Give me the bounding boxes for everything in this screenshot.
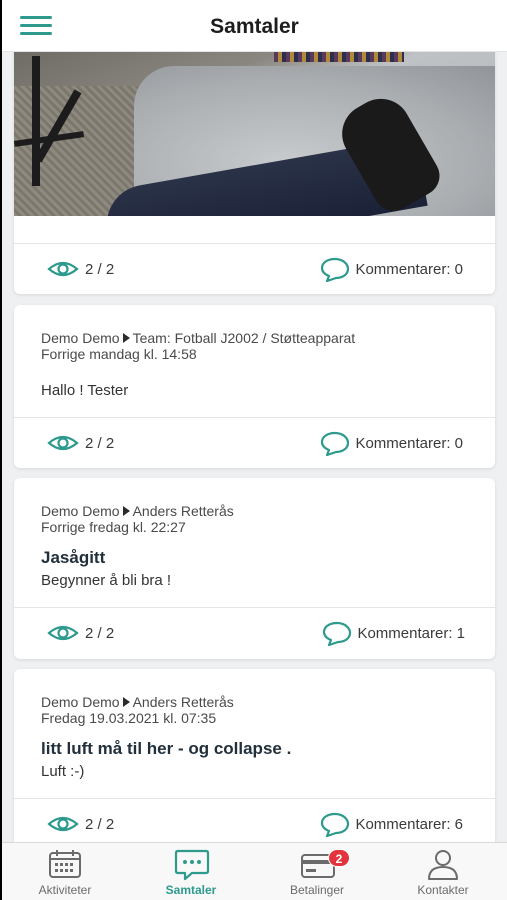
views-count: 2 / 2 — [85, 815, 115, 833]
comments-count: Kommentarer: 0 — [355, 260, 463, 278]
post-meta: Demo Demo Anders Retterås Forrige fredag … — [41, 503, 234, 535]
post-time: Forrige mandag kl. 14:58 — [41, 346, 197, 362]
bottom-tab-bar: Aktiviteter Samtaler 2 Betalinger Kontak… — [2, 842, 507, 900]
tab-label: Kontakter — [417, 883, 469, 897]
post-card[interactable]: Demo Demo Team: Fotball J2002 / Støtteapp… — [14, 305, 495, 468]
app-screen: Samtaler 2 / 2 Kommentarer: 0 Demo Demo … — [2, 0, 507, 900]
post-card[interactable]: Demo Demo Anders Retterås Forrige fredag … — [14, 478, 495, 659]
tab-samtaler[interactable]: Samtaler — [128, 843, 254, 900]
post-footer: 2 / 2 Kommentarer: 0 — [14, 418, 495, 468]
post-subject: litt luft må til her - og collapse . — [41, 739, 292, 758]
comments-button[interactable]: Kommentarer: 1 — [321, 620, 465, 646]
post-recipient: Team: Fotball J2002 / Støtteapparat — [132, 330, 356, 346]
comments-count: Kommentarer: 6 — [355, 815, 463, 833]
views-count: 2 / 2 — [85, 624, 115, 642]
chat-icon — [174, 849, 210, 881]
comments-button[interactable]: Kommentarer: 0 — [319, 430, 463, 456]
views-count: 2 / 2 — [85, 260, 115, 278]
conversation-feed[interactable]: 2 / 2 Kommentarer: 0 Demo Demo Team: Fotb… — [2, 52, 507, 842]
post-author: Demo Demo — [41, 330, 120, 346]
post-recipient: Anders Retterås — [132, 694, 234, 710]
post-meta: Demo Demo Anders Retterås Fredag 19.03.20… — [41, 694, 234, 726]
arrow-right-icon — [122, 333, 130, 343]
comments-count: Kommentarer: 1 — [357, 624, 465, 642]
arrow-right-icon — [122, 697, 130, 707]
eye-icon — [47, 435, 79, 451]
post-card[interactable]: Demo Demo Anders Retterås Fredag 19.03.20… — [14, 669, 495, 842]
post-photo[interactable] — [14, 52, 495, 216]
comments-button[interactable]: Kommentarer: 6 — [319, 811, 463, 837]
post-author: Demo Demo — [41, 694, 120, 710]
post-card[interactable]: 2 / 2 Kommentarer: 0 — [14, 52, 495, 294]
post-recipient: Anders Retterås — [132, 503, 234, 519]
tab-label: Aktiviteter — [38, 883, 92, 897]
comment-bubble-icon — [321, 812, 350, 837]
post-author: Demo Demo — [41, 503, 120, 519]
comment-bubble-icon — [321, 257, 350, 282]
notification-badge: 2 — [328, 849, 350, 867]
post-body: Begynner å bli bra ! — [41, 572, 172, 589]
post-time: Forrige fredag kl. 22:27 — [41, 519, 186, 535]
post-footer: 2 / 2 Kommentarer: 0 — [14, 244, 495, 294]
person-icon — [428, 850, 458, 880]
post-footer: 2 / 2 Kommentarer: 1 — [14, 608, 495, 658]
arrow-right-icon — [122, 506, 130, 516]
tab-label: Betalinger — [289, 883, 345, 897]
tab-label: Samtaler — [165, 883, 217, 897]
page-title: Samtaler — [210, 15, 299, 38]
comment-bubble-icon — [323, 621, 352, 646]
views-counter[interactable]: 2 / 2 — [47, 258, 114, 280]
comment-bubble-icon — [321, 431, 350, 456]
calendar-icon — [49, 850, 81, 878]
eye-icon — [47, 816, 79, 832]
post-subject: Jasågitt — [41, 548, 106, 567]
comments-count: Kommentarer: 0 — [355, 434, 463, 452]
views-counter[interactable]: 2 / 2 — [47, 622, 114, 644]
views-counter[interactable]: 2 / 2 — [47, 813, 114, 835]
tab-kontakter[interactable]: Kontakter — [380, 843, 506, 900]
post-meta: Demo Demo Team: Fotball J2002 / Støtteapp… — [41, 330, 355, 362]
post-body: Luft :-) — [41, 763, 85, 780]
eye-icon — [47, 261, 79, 277]
tab-aktiviteter[interactable]: Aktiviteter — [2, 843, 128, 900]
views-counter[interactable]: 2 / 2 — [47, 432, 114, 454]
eye-icon — [47, 625, 79, 641]
tab-betalinger[interactable]: 2 Betalinger — [254, 843, 380, 900]
post-body: Hallo ! Tester — [41, 382, 129, 399]
post-time: Fredag 19.03.2021 kl. 07:35 — [41, 710, 217, 726]
views-count: 2 / 2 — [85, 434, 115, 452]
comments-button[interactable]: Kommentarer: 0 — [319, 256, 463, 282]
app-header: Samtaler — [2, 0, 507, 52]
post-footer: 2 / 2 Kommentarer: 6 — [14, 799, 495, 842]
